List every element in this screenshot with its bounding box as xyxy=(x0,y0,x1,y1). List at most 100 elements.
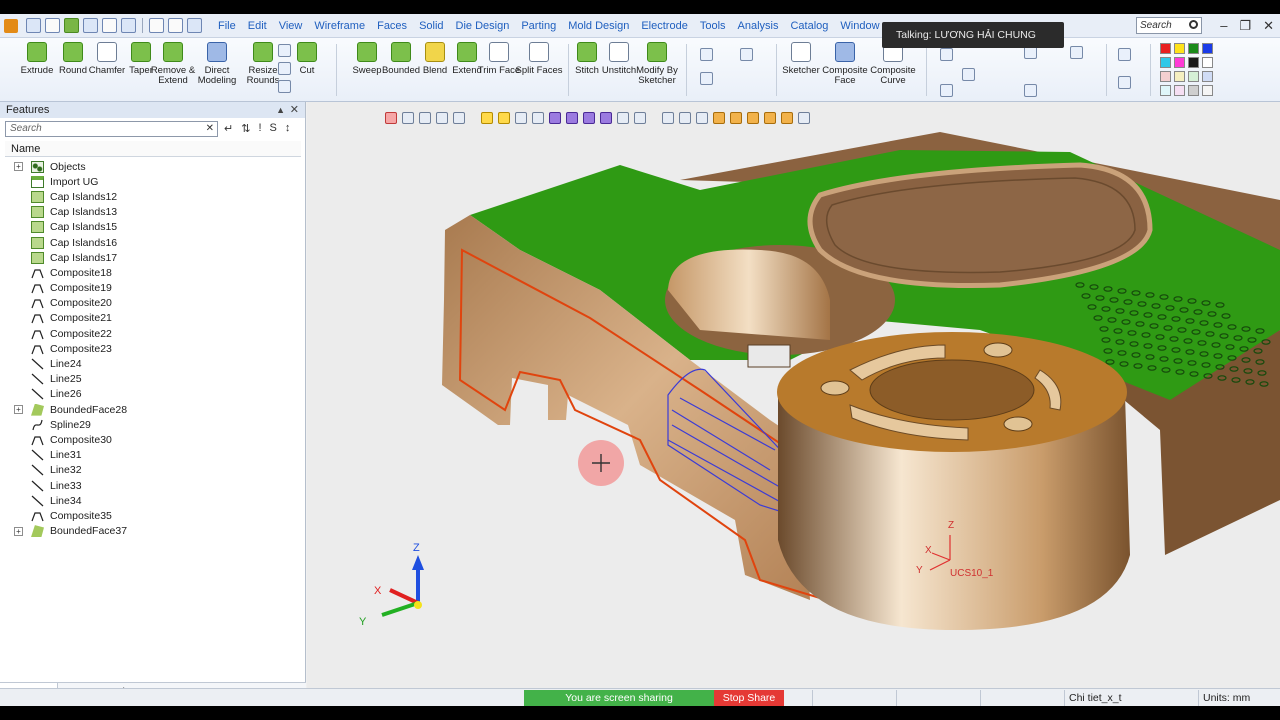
menu-file[interactable]: File xyxy=(212,14,242,38)
tree-item[interactable]: Cap Islands17 xyxy=(14,250,127,265)
clear-search-icon[interactable]: ✕ xyxy=(206,122,214,136)
tree-item[interactable]: Line33 xyxy=(14,478,127,493)
tree-item[interactable]: Composite18 xyxy=(14,265,127,280)
tree-item[interactable]: Line32 xyxy=(14,463,127,478)
text-icon[interactable] xyxy=(940,84,953,97)
zoom-icon[interactable] xyxy=(1118,76,1131,89)
trim-icon[interactable] xyxy=(278,44,291,57)
color-swatch[interactable] xyxy=(1202,85,1213,96)
tree-item[interactable]: Composite30 xyxy=(14,432,127,447)
menu-analysis[interactable]: Analysis xyxy=(732,14,785,38)
menu-view[interactable]: View xyxy=(273,14,309,38)
tree-column-header[interactable]: Name xyxy=(5,141,301,157)
part-model[interactable]: Z X Y UCS10_1 Z X Y xyxy=(307,102,1280,688)
menu-wireframe[interactable]: Wireframe xyxy=(308,14,371,38)
tree-item[interactable]: Cap Islands12 xyxy=(14,189,127,204)
features-search-input[interactable]: Search ✕ xyxy=(5,121,218,137)
color-swatch[interactable] xyxy=(1174,57,1185,68)
tree-item[interactable]: Composite35 xyxy=(14,508,127,523)
move-icon[interactable]: ↕ xyxy=(285,122,291,135)
import-icon[interactable] xyxy=(83,18,98,33)
color-swatch[interactable] xyxy=(1188,43,1199,54)
dimension-icon[interactable] xyxy=(1070,46,1083,59)
color-swatch[interactable] xyxy=(1160,57,1171,68)
color-swatch[interactable] xyxy=(1160,43,1171,54)
modify-by-sketcher-button[interactable]: Modify By Sketcher xyxy=(632,40,682,86)
tree-item[interactable]: Line26 xyxy=(14,387,127,402)
regenerate-icon[interactable] xyxy=(1024,84,1037,97)
composite-face-button[interactable]: Composite Face xyxy=(820,40,870,86)
filter-icon[interactable] xyxy=(278,62,291,75)
tree-item[interactable]: Composite19 xyxy=(14,281,127,296)
tree-item[interactable]: Cap Islands15 xyxy=(14,220,127,235)
tree-item[interactable]: Import UG xyxy=(14,174,127,189)
menu-mold-design[interactable]: Mold Design xyxy=(562,14,635,38)
expand-icon[interactable]: + xyxy=(14,526,23,536)
color-swatch[interactable] xyxy=(1202,43,1213,54)
tree-item[interactable]: + BoundedFace37 xyxy=(14,524,127,539)
zoom-window-icon[interactable] xyxy=(1118,48,1131,61)
color-swatch[interactable] xyxy=(1188,85,1199,96)
close-icon[interactable]: ✕ xyxy=(1263,14,1274,38)
remove-extend-button[interactable]: Remove & Extend xyxy=(148,40,198,86)
minimize-icon[interactable]: – xyxy=(1220,14,1227,38)
new-file-icon[interactable] xyxy=(45,18,60,33)
menu-window[interactable]: Window xyxy=(834,14,885,38)
search-icon[interactable] xyxy=(1189,20,1198,29)
set-icon[interactable]: S xyxy=(270,122,277,135)
stop-share-button[interactable]: Stop Share xyxy=(714,690,784,706)
tree-item[interactable]: Line31 xyxy=(14,448,127,463)
important-icon[interactable]: ! xyxy=(258,122,261,135)
pin-icon[interactable]: ▲ xyxy=(276,102,285,118)
global-search-input[interactable]: Search xyxy=(1136,17,1202,34)
split-faces-button[interactable]: Split Faces xyxy=(514,40,564,76)
color-swatch[interactable] xyxy=(1160,85,1171,96)
color-swatch[interactable] xyxy=(1188,71,1199,82)
properties-icon[interactable] xyxy=(121,18,136,33)
tree-item[interactable]: + BoundedFace28 xyxy=(14,402,127,417)
close-panel-icon[interactable]: ✕ xyxy=(290,102,299,118)
sort-icon[interactable]: ⇅ xyxy=(241,122,250,135)
tree-item[interactable]: + Objects xyxy=(14,159,127,174)
3d-viewport[interactable]: Z X Y UCS10_1 Z X Y xyxy=(307,102,1280,688)
color-swatch[interactable] xyxy=(1174,71,1185,82)
color-swatch[interactable] xyxy=(1160,71,1171,82)
color-swatch[interactable] xyxy=(1202,71,1213,82)
restore-icon[interactable]: ❐ xyxy=(1239,14,1251,38)
menu-tools[interactable]: Tools xyxy=(694,14,732,38)
point-icon[interactable] xyxy=(740,48,753,61)
color-swatch[interactable] xyxy=(1174,43,1185,54)
undo-icon[interactable] xyxy=(149,18,164,33)
tree-item[interactable]: Cap Islands16 xyxy=(14,235,127,250)
color-swatch[interactable] xyxy=(1202,57,1213,68)
direct-modeling-button[interactable]: Direct Modeling xyxy=(192,40,242,86)
cut-options-icon[interactable] xyxy=(278,80,291,93)
constraint-icon[interactable] xyxy=(962,68,975,81)
axis-icon[interactable] xyxy=(700,72,713,85)
open-file-icon[interactable] xyxy=(64,18,79,33)
color-swatch[interactable] xyxy=(1188,57,1199,68)
menu-faces[interactable]: Faces xyxy=(371,14,413,38)
curve-icon[interactable] xyxy=(700,48,713,61)
redo-icon[interactable] xyxy=(168,18,183,33)
expand-icon[interactable]: + xyxy=(14,162,23,172)
menu-electrode[interactable]: Electrode xyxy=(635,14,693,38)
expand-icon[interactable]: + xyxy=(14,405,23,415)
tree-item[interactable]: Line24 xyxy=(14,356,127,371)
sketch-plane-icon[interactable] xyxy=(940,48,953,61)
save-icon[interactable] xyxy=(26,18,41,33)
tree-item[interactable]: Cap Islands13 xyxy=(14,205,127,220)
tree-item[interactable]: Line34 xyxy=(14,493,127,508)
menu-catalog[interactable]: Catalog xyxy=(784,14,834,38)
tree-item[interactable]: Composite21 xyxy=(14,311,127,326)
menu-die-design[interactable]: Die Design xyxy=(450,14,516,38)
tree-item[interactable]: Composite20 xyxy=(14,296,127,311)
sketcher-button[interactable]: Sketcher xyxy=(776,40,826,76)
tree-item[interactable]: Composite22 xyxy=(14,326,127,341)
menu-solid[interactable]: Solid xyxy=(413,14,449,38)
tree-item[interactable]: Spline29 xyxy=(14,417,127,432)
menu-parting[interactable]: Parting xyxy=(515,14,562,38)
tree-item[interactable]: Line25 xyxy=(14,372,127,387)
layout-icon[interactable] xyxy=(187,18,202,33)
print-icon[interactable] xyxy=(102,18,117,33)
